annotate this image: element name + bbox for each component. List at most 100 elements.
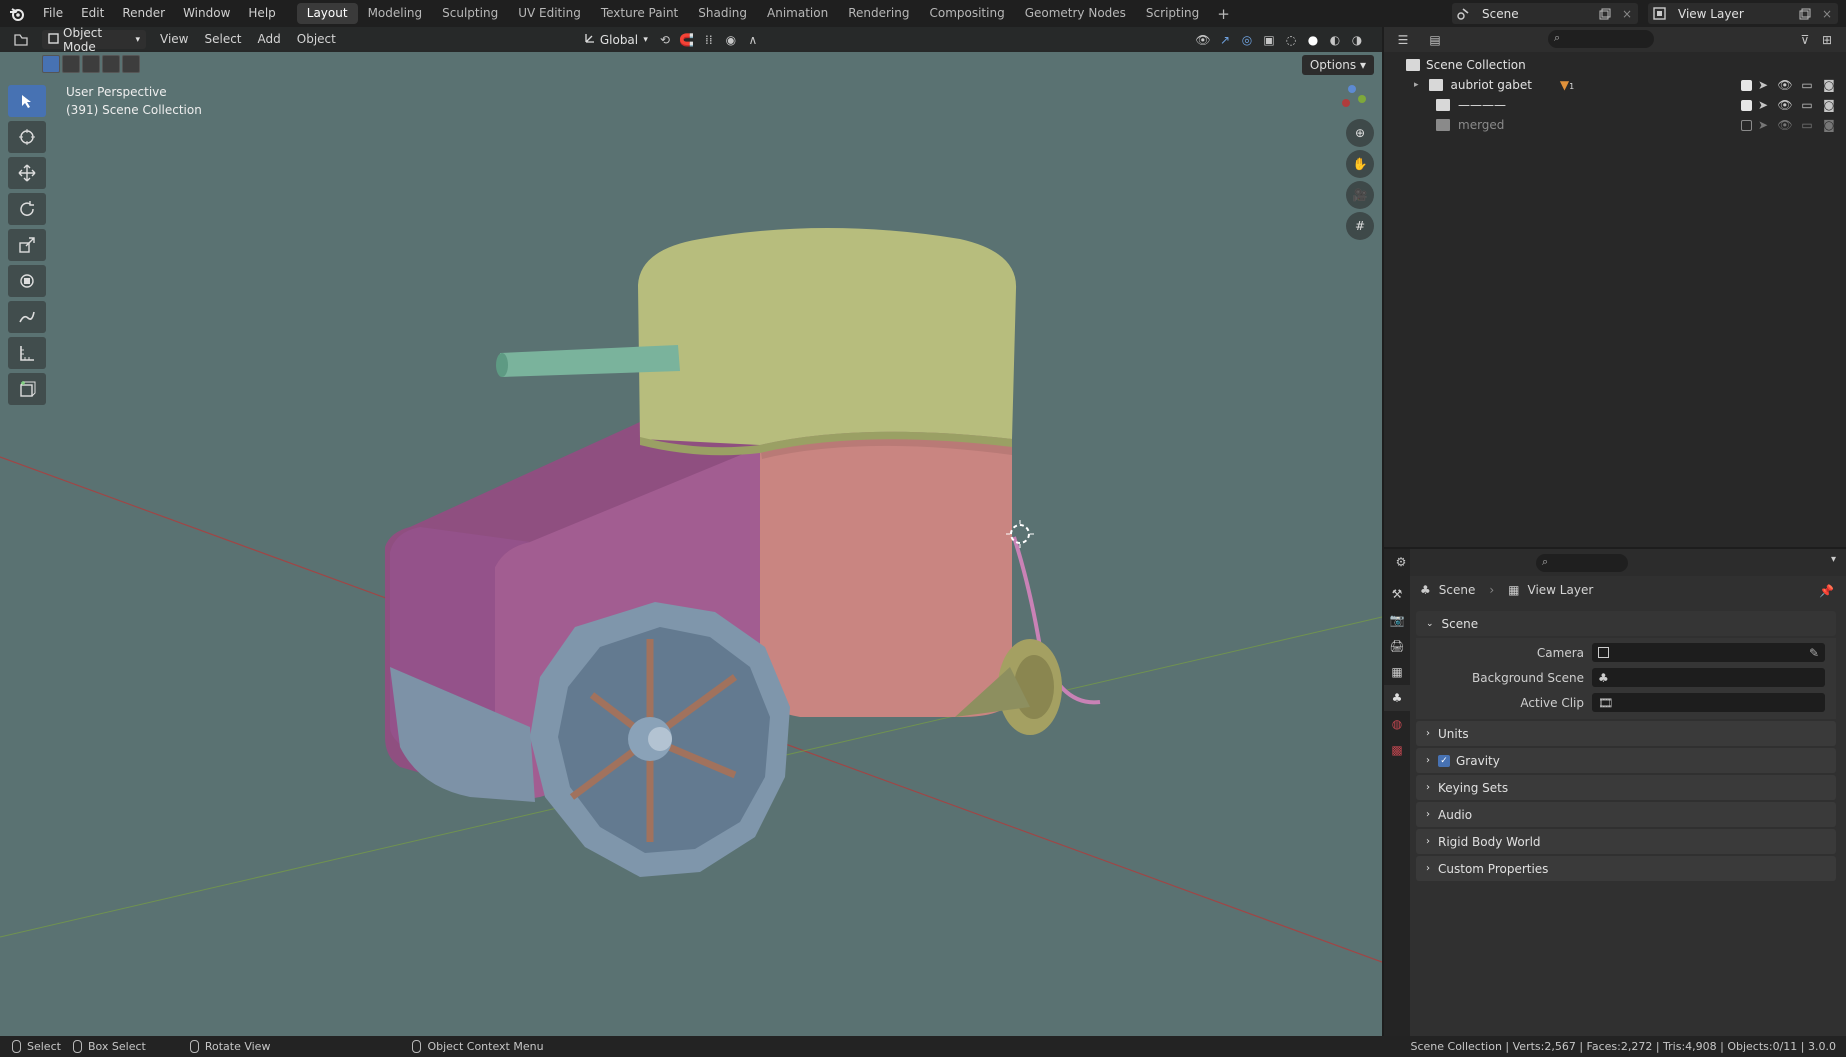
menu-file[interactable]: File [34,0,72,27]
annotate-tool-icon[interactable] [8,301,46,333]
monitor-icon[interactable]: ▭ [1796,115,1818,135]
select-box-tool-icon[interactable] [8,85,46,117]
view-layer-tab-icon[interactable]: ▦ [1384,659,1410,685]
units-panel[interactable]: › Units [1416,721,1836,746]
tab-uv-editing[interactable]: UV Editing [508,3,591,24]
selectable-arrow-icon[interactable]: ➤ [1752,115,1774,135]
gizmo-icon[interactable]: ↗ [1214,30,1236,50]
monitor-icon[interactable]: ▭ [1796,75,1818,95]
proportional-edit-icon[interactable]: ◉ [720,30,742,50]
select-invert-icon[interactable] [102,55,120,73]
scene-selector[interactable]: Scene × [1452,3,1638,24]
camera-view-icon[interactable]: 🎥 [1346,181,1374,209]
zoom-icon[interactable]: ⊕ [1346,119,1374,147]
properties-editor-icon[interactable]: ⚙ [1390,552,1412,572]
viewport-scene[interactable] [0,27,1382,1036]
xray-icon[interactable]: ▣ [1258,30,1280,50]
select-extend-icon[interactable] [62,55,80,73]
snap-grid-icon[interactable]: ⁞⁞ [698,30,720,50]
eye-icon[interactable]: 👁 [1774,95,1796,115]
object-mode-dropdown[interactable]: Object Mode ▾ [42,27,146,54]
selectable-arrow-icon[interactable]: ➤ [1752,75,1774,95]
scene-tab-icon[interactable]: ♣ [1384,685,1410,711]
menu-view[interactable]: View [152,27,196,52]
overlay-icon[interactable]: ◎ [1236,30,1258,50]
snap-icon[interactable]: 🧲 [676,30,698,50]
background-scene-field[interactable]: ♣ [1592,668,1825,687]
active-clip-field[interactable]: 🎞 [1592,693,1825,712]
add-cube-tool-icon[interactable] [8,373,46,405]
tab-rendering[interactable]: Rendering [838,3,919,24]
tab-texture-paint[interactable]: Texture Paint [591,3,688,24]
render-tab-icon[interactable]: 📷 [1384,607,1410,633]
select-new-icon[interactable] [42,55,60,73]
custom-properties-panel[interactable]: › Custom Properties [1416,856,1836,881]
eye-icon[interactable]: 👁 [1774,115,1796,135]
outliner-row[interactable]: ———— ➤ 👁 ▭ ◙ [1384,95,1846,115]
texture-tab-icon[interactable]: ▩ [1384,737,1410,763]
orientation-dropdown[interactable]: Global ▾ [578,30,654,49]
menu-select[interactable]: Select [196,27,249,52]
close-icon[interactable]: × [1616,4,1638,24]
filter-icon[interactable]: ⊽ [1794,30,1816,50]
scene-panel-header[interactable]: ⌄ Scene [1416,611,1836,636]
tool-tab-icon[interactable]: ⚒ [1384,581,1410,607]
select-subtract-icon[interactable] [82,55,100,73]
tab-compositing[interactable]: Compositing [919,3,1014,24]
outliner-search-input[interactable]: ⌕ [1548,30,1654,48]
outliner-editor-icon[interactable]: ☰ [1392,30,1414,50]
visibility-icon[interactable]: 👁 [1192,30,1214,50]
pan-hand-icon[interactable]: ✋ [1346,150,1374,178]
solid-shading-icon[interactable]: ● [1302,30,1324,50]
gravity-checkbox[interactable]: ✓ [1438,754,1450,767]
tab-shading[interactable]: Shading [688,3,757,24]
audio-panel[interactable]: › Audio [1416,802,1836,827]
display-mode-icon[interactable]: ▤ [1424,30,1446,50]
axis-gizmo[interactable] [1338,79,1368,109]
rendered-shading-icon[interactable]: ◑ [1346,30,1368,50]
monitor-icon[interactable]: ▭ [1796,95,1818,115]
falloff-icon[interactable]: ∧ [742,30,764,50]
exclude-checkbox[interactable] [1741,119,1752,131]
menu-object[interactable]: Object [289,27,344,52]
close-layer-icon[interactable]: × [1816,4,1838,24]
output-tab-icon[interactable]: 🖨 [1384,633,1410,659]
render-camera-icon[interactable]: ◙ [1818,75,1840,95]
exclude-checkbox[interactable] [1741,79,1752,91]
tab-sculpting[interactable]: Sculpting [432,3,508,24]
wireframe-shading-icon[interactable]: ◌ [1280,30,1302,50]
eye-icon[interactable]: 👁 [1774,75,1796,95]
rotate-tool-icon[interactable] [8,193,46,225]
measure-tool-icon[interactable] [8,337,46,369]
material-shading-icon[interactable]: ◐ [1324,30,1346,50]
menu-add[interactable]: Add [250,27,289,52]
select-intersect-icon[interactable] [122,55,140,73]
scale-tool-icon[interactable] [8,229,46,261]
new-collection-icon[interactable]: ⊞ [1816,30,1838,50]
outliner-row[interactable]: ▸ aubriot gabet ▼1 ➤ 👁 ▭ ◙ [1384,75,1846,95]
tab-layout[interactable]: Layout [296,3,358,24]
editor-type-icon[interactable] [10,30,32,50]
pin-icon[interactable]: 📌 [1819,584,1834,598]
transform-tool-icon[interactable] [8,265,46,297]
outliner-root-row[interactable]: Scene Collection [1384,55,1846,75]
menu-render[interactable]: Render [113,0,174,27]
menu-window[interactable]: Window [174,0,239,27]
chevron-down-icon[interactable]: ▾ [1831,554,1836,565]
grid-ortho-icon[interactable]: # [1346,212,1374,240]
menu-help[interactable]: Help [239,0,284,27]
eyedropper-icon[interactable]: ✎ [1809,646,1819,660]
cursor-tool-icon[interactable] [8,121,46,153]
render-camera-icon[interactable]: ◙ [1818,95,1840,115]
blender-logo-icon[interactable] [0,0,34,27]
exclude-checkbox[interactable] [1741,99,1752,111]
camera-field[interactable]: ✎ [1592,643,1825,662]
pivot-icon[interactable]: ⟲ [654,30,676,50]
menu-edit[interactable]: Edit [72,0,113,27]
properties-search-input[interactable]: ⌕ [1536,554,1628,572]
selectable-arrow-icon[interactable]: ➤ [1752,95,1774,115]
render-camera-icon[interactable]: ◙ [1818,115,1840,135]
tab-geometry-nodes[interactable]: Geometry Nodes [1015,3,1136,24]
gravity-panel[interactable]: › ✓ Gravity [1416,748,1836,773]
copy-layer-icon[interactable] [1794,4,1816,24]
